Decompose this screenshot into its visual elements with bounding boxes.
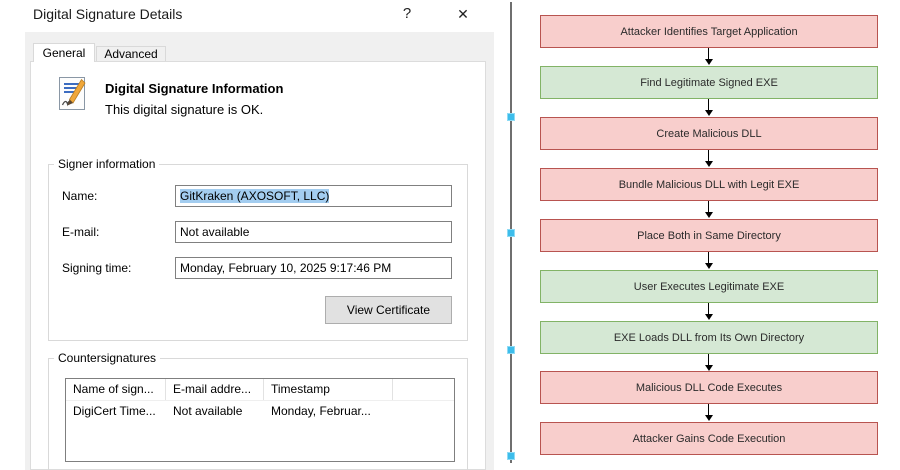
flow-arrow-icon [708, 354, 709, 365]
flow-arrow-icon [708, 252, 709, 263]
flow-step-label: User Executes Legitimate EXE [634, 281, 784, 293]
column-header-name[interactable]: Name of sign... [66, 379, 166, 400]
selection-handle[interactable] [507, 229, 515, 237]
flow-step[interactable]: Create Malicious DLL [540, 117, 878, 150]
flow-arrow-icon [708, 404, 709, 415]
signing-time-input[interactable]: Monday, February 10, 2025 9:17:46 PM [175, 257, 452, 279]
selection-handle[interactable] [507, 452, 515, 460]
name-field-label: Name: [62, 189, 97, 203]
signer-information-legend: Signer information [54, 157, 159, 171]
signing-time-input-value: Monday, February 10, 2025 9:17:46 PM [180, 261, 391, 275]
flow-step[interactable]: Place Both in Same Directory [540, 219, 878, 252]
tab-advanced[interactable]: Advanced [96, 46, 166, 62]
email-input-value: Not available [180, 225, 249, 239]
countersignatures-legend: Countersignatures [54, 351, 160, 365]
cell-timestamp: Monday, Februar... [264, 401, 393, 423]
selection-handle[interactable] [507, 346, 515, 354]
help-button[interactable]: ? [397, 4, 417, 24]
cell-spacer [393, 401, 454, 423]
flow-arrow-icon [708, 99, 709, 110]
cell-email: Not available [166, 401, 264, 423]
screenshot-canvas: Digital Signature Details ? ✕ General Ad… [0, 0, 900, 470]
view-certificate-button[interactable]: View Certificate [325, 296, 452, 324]
selection-handle[interactable] [507, 113, 515, 121]
flow-arrow-icon [708, 150, 709, 161]
cell-signer-name: DigiCert Time... [66, 401, 166, 423]
flow-step[interactable]: Malicious DLL Code Executes [540, 371, 878, 404]
flow-arrow-icon [708, 303, 709, 314]
flow-step-label: Attacker Gains Code Execution [633, 433, 786, 445]
name-input-selected-value: GitKraken (AXOSOFT, LLC) [180, 189, 329, 203]
countersignatures-table: Name of sign... E-mail addre... Timestam… [65, 378, 455, 462]
tab-general[interactable]: General [33, 43, 95, 62]
email-input[interactable]: Not available [175, 221, 452, 243]
flow-step[interactable]: EXE Loads DLL from Its Own Directory [540, 321, 878, 354]
email-field-label: E-mail: [62, 225, 99, 239]
column-header-timestamp[interactable]: Timestamp [264, 379, 393, 400]
flow-step-label: Create Malicious DLL [656, 128, 761, 140]
signature-info-heading: Digital Signature Information [105, 81, 283, 96]
name-input[interactable]: GitKraken (AXOSOFT, LLC) [175, 185, 452, 207]
flow-step[interactable]: Attacker Gains Code Execution [540, 422, 878, 455]
dialog-title: Digital Signature Details [33, 6, 182, 22]
flow-step[interactable]: User Executes Legitimate EXE [540, 270, 878, 303]
signature-document-icon [55, 76, 91, 112]
flow-arrow-icon [708, 201, 709, 212]
column-header-spacer [393, 379, 454, 400]
flow-step-label: Place Both in Same Directory [637, 230, 781, 242]
flow-step-label: EXE Loads DLL from Its Own Directory [614, 332, 804, 344]
table-header-row: Name of sign... E-mail addre... Timestam… [66, 379, 454, 401]
flow-step-label: Malicious DLL Code Executes [636, 382, 782, 394]
flow-step[interactable]: Bundle Malicious DLL with Legit EXE [540, 168, 878, 201]
table-row[interactable]: DigiCert Time... Not available Monday, F… [66, 401, 454, 423]
flow-arrow-icon [708, 48, 709, 59]
signing-time-field-label: Signing time: [62, 261, 131, 275]
flow-step-label: Bundle Malicious DLL with Legit EXE [619, 179, 800, 191]
flow-step[interactable]: Attacker Identifies Target Application [540, 15, 878, 48]
signature-status-text: This digital signature is OK. [105, 102, 263, 117]
flow-step-label: Attacker Identifies Target Application [620, 26, 797, 38]
close-button[interactable]: ✕ [453, 4, 473, 24]
flow-step[interactable]: Find Legitimate Signed EXE [540, 66, 878, 99]
flow-step-label: Find Legitimate Signed EXE [640, 77, 778, 89]
column-header-email[interactable]: E-mail addre... [166, 379, 264, 400]
